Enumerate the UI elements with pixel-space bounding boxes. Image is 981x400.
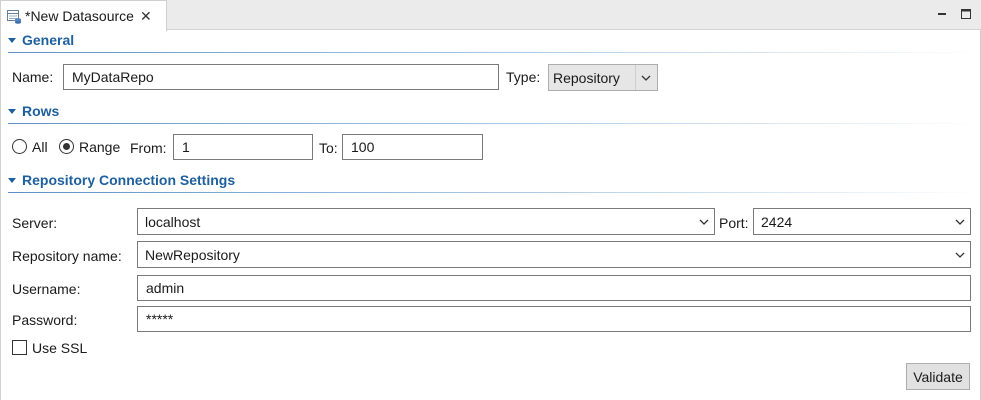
password-input[interactable] bbox=[137, 306, 971, 332]
chevron-down-icon[interactable] bbox=[955, 250, 965, 260]
tab-title: *New Datasource bbox=[25, 8, 134, 24]
type-value: Repository bbox=[553, 70, 620, 86]
username-label: Username: bbox=[12, 281, 81, 297]
radio-all-label[interactable]: All bbox=[32, 139, 48, 155]
name-label: Name: bbox=[12, 69, 54, 85]
tab-new-datasource[interactable]: *New Datasource ✕ bbox=[1, 0, 167, 31]
section-title-rows: Rows bbox=[22, 103, 60, 119]
type-select[interactable]: Repository bbox=[548, 64, 658, 91]
close-icon[interactable]: ✕ bbox=[140, 9, 152, 23]
chevron-down-icon[interactable] bbox=[699, 217, 709, 227]
use-ssl-label[interactable]: Use SSL bbox=[32, 340, 87, 356]
port-label: Port: bbox=[719, 215, 749, 231]
radio-range-label[interactable]: Range bbox=[79, 139, 120, 155]
validate-button[interactable]: Validate bbox=[906, 363, 970, 390]
to-input[interactable] bbox=[342, 134, 483, 160]
port-select[interactable]: 2424 bbox=[753, 208, 971, 235]
datasource-icon bbox=[7, 10, 21, 24]
password-label: Password: bbox=[12, 312, 78, 328]
section-divider bbox=[8, 192, 980, 193]
chevron-down-icon[interactable] bbox=[955, 217, 965, 227]
from-input[interactable] bbox=[173, 134, 313, 160]
datasource-editor: *New Datasource ✕ General Name: Type: Re… bbox=[0, 0, 981, 400]
collapse-chevron-icon[interactable] bbox=[8, 178, 16, 183]
section-divider bbox=[8, 52, 980, 53]
collapse-chevron-icon[interactable] bbox=[8, 109, 16, 114]
minimize-icon[interactable] bbox=[935, 7, 949, 21]
from-label: From: bbox=[130, 140, 167, 156]
username-input[interactable] bbox=[137, 275, 971, 301]
section-title-repository: Repository Connection Settings bbox=[22, 172, 236, 188]
section-divider bbox=[8, 123, 980, 124]
repository-name-value: NewRepository bbox=[145, 247, 240, 263]
radio-range[interactable] bbox=[59, 139, 74, 154]
name-input[interactable] bbox=[63, 64, 499, 90]
server-label: Server: bbox=[12, 215, 58, 231]
section-general[interactable]: General bbox=[1, 32, 980, 53]
repository-name-select[interactable]: NewRepository bbox=[137, 241, 971, 268]
section-repository-connection[interactable]: Repository Connection Settings bbox=[1, 172, 980, 193]
chevron-down-icon bbox=[641, 75, 651, 81]
repository-name-label: Repository name: bbox=[12, 248, 122, 264]
port-value: 2424 bbox=[761, 214, 793, 230]
editor-tab-bar: *New Datasource ✕ bbox=[1, 0, 981, 31]
section-title-general: General bbox=[22, 32, 75, 48]
section-rows[interactable]: Rows bbox=[1, 103, 980, 124]
to-label: To: bbox=[319, 140, 338, 156]
radio-all[interactable] bbox=[12, 139, 27, 154]
type-label: Type: bbox=[506, 69, 541, 85]
server-value: localhost bbox=[145, 214, 201, 230]
collapse-chevron-icon[interactable] bbox=[8, 38, 16, 43]
use-ssl-checkbox[interactable] bbox=[12, 340, 27, 355]
server-select[interactable]: localhost bbox=[137, 208, 715, 235]
maximize-icon[interactable] bbox=[959, 7, 973, 21]
